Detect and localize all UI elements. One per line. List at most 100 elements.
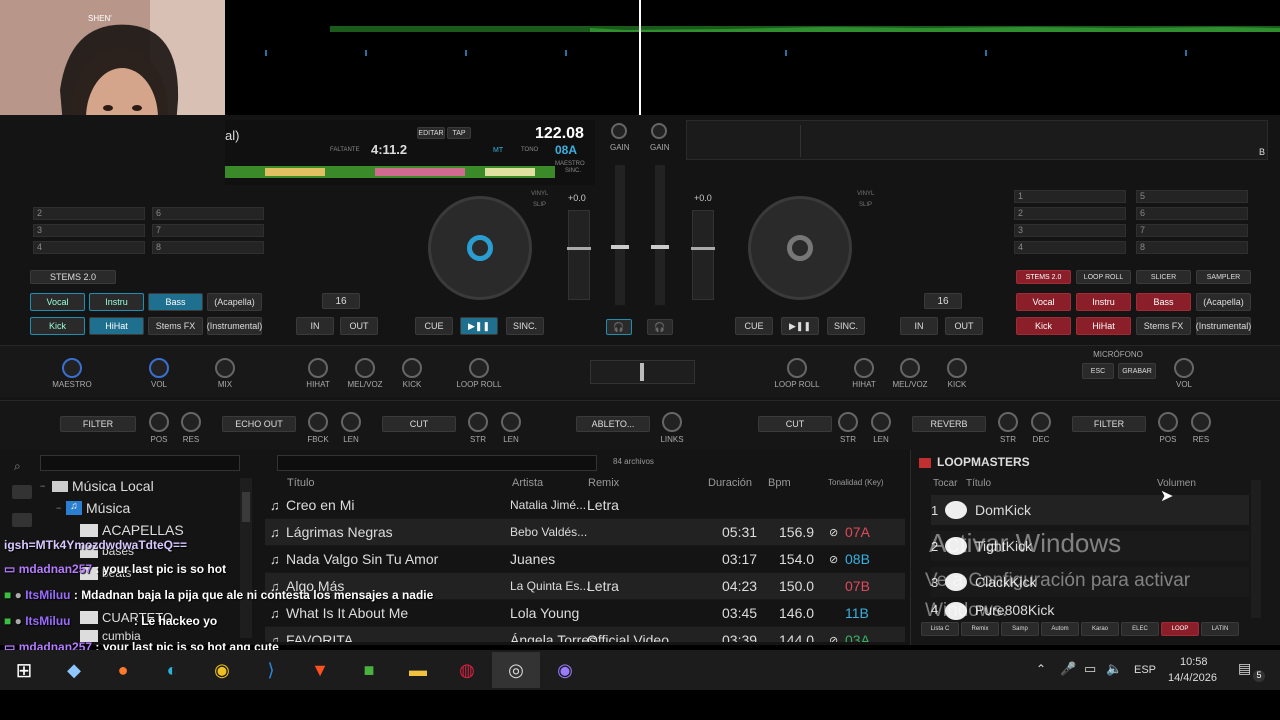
- pitch-slider-handle[interactable]: [567, 247, 591, 250]
- melvoz-knob-left[interactable]: [355, 358, 375, 378]
- pitch-slider-left[interactable]: [567, 210, 591, 300]
- sync-button-left[interactable]: SINC.: [506, 317, 544, 335]
- mix-knob[interactable]: [215, 358, 235, 378]
- tab-slicer[interactable]: SLICER: [1136, 270, 1191, 284]
- folder-search-input[interactable]: [40, 455, 240, 471]
- pad-slot[interactable]: 6: [152, 207, 264, 220]
- pad-slot[interactable]: 4: [33, 241, 145, 254]
- echo-select[interactable]: ECHO OUT: [222, 416, 296, 432]
- hihat-knob-right[interactable]: [854, 358, 874, 378]
- pad-slot[interactable]: 1: [1014, 190, 1126, 203]
- col-remix[interactable]: Remix: [588, 477, 619, 489]
- stem-bass-button[interactable]: Bass: [1136, 293, 1191, 311]
- chat-app-icon[interactable]: ◉: [551, 656, 579, 684]
- vol-knob[interactable]: [149, 358, 169, 378]
- pad-slot[interactable]: 8: [1136, 241, 1248, 254]
- tree-item[interactable]: − ♫ Música: [56, 499, 130, 517]
- copilot-icon[interactable]: ◆: [60, 656, 88, 684]
- col-artist[interactable]: Artista: [512, 477, 543, 489]
- edit-button[interactable]: EDITAR: [417, 127, 445, 139]
- crossfader-handle[interactable]: [640, 363, 644, 381]
- jog-wheel-left[interactable]: [428, 196, 532, 300]
- chat-username[interactable]: ItsMiluu: [25, 588, 70, 602]
- jog-wheel-right[interactable]: [748, 196, 852, 300]
- volume-fader-left[interactable]: [611, 165, 629, 305]
- headphone-button-right[interactable]: 🎧: [647, 319, 673, 335]
- mic-record-button[interactable]: GRABAR: [1118, 363, 1156, 379]
- reverb-select[interactable]: REVERB: [912, 416, 986, 432]
- loop-in-right[interactable]: IN: [900, 317, 938, 335]
- len-knob-right[interactable]: [871, 412, 891, 432]
- minecraft-icon[interactable]: ■: [355, 656, 383, 684]
- crossfader[interactable]: [590, 360, 695, 384]
- obs-icon[interactable]: ◎: [502, 656, 530, 684]
- loop-in-left[interactable]: IN: [296, 317, 334, 335]
- volume-icon[interactable]: 🔈: [1106, 661, 1122, 677]
- pad-slot[interactable]: 2: [33, 207, 145, 220]
- pad-slot[interactable]: 3: [33, 224, 145, 237]
- loop-out-right[interactable]: OUT: [945, 317, 983, 335]
- volume-fader-right[interactable]: [651, 165, 669, 305]
- tab-sampler[interactable]: SAMPLER: [1196, 270, 1251, 284]
- edge-icon[interactable]: ◐: [158, 656, 186, 684]
- pad-slot[interactable]: 6: [1136, 207, 1248, 220]
- cue-button-right[interactable]: CUE: [735, 317, 773, 335]
- pos-knob-right[interactable]: [1158, 412, 1178, 432]
- stem-stemsfx-button[interactable]: Stems FX: [148, 317, 203, 335]
- chrome-icon[interactable]: ◉: [208, 656, 236, 684]
- loop-size-left[interactable]: 16: [322, 293, 360, 309]
- play-button-right[interactable]: ▶❚❚: [781, 317, 819, 335]
- brave-icon[interactable]: ▼: [306, 656, 334, 684]
- table-row[interactable]: ♫ Creo en Mi Natalia Jimé... Letra: [265, 492, 905, 519]
- stem-acapella-button[interactable]: (Acapella): [207, 293, 262, 311]
- pitch-slider-right[interactable]: [691, 210, 715, 300]
- cue-button-left[interactable]: CUE: [415, 317, 453, 335]
- stem-bass-button[interactable]: Bass: [148, 293, 203, 311]
- pitch-slider-handle[interactable]: [691, 247, 715, 250]
- clock-time[interactable]: 10:58: [1180, 656, 1208, 668]
- kick-knob-left[interactable]: [402, 358, 422, 378]
- loop-size-right[interactable]: 16: [924, 293, 962, 309]
- file-explorer-icon[interactable]: ▬: [404, 656, 432, 684]
- stem-kick-button[interactable]: Kick: [1016, 317, 1071, 335]
- stems-dropdown[interactable]: STEMS 2.0: [30, 270, 116, 284]
- pad-slot[interactable]: 5: [1136, 190, 1248, 203]
- col-bpm[interactable]: Bpm: [768, 477, 791, 489]
- mic-esc-button[interactable]: ESC: [1082, 363, 1114, 379]
- pad-slot[interactable]: 2: [1014, 207, 1126, 220]
- network-icon[interactable]: ▭: [1084, 661, 1096, 677]
- melvoz-knob-right[interactable]: [900, 358, 920, 378]
- folder-icon[interactable]: [12, 485, 32, 499]
- clock-date[interactable]: 14/4/2026: [1168, 672, 1217, 684]
- str2-knob-right[interactable]: [998, 412, 1018, 432]
- mic-vol-knob[interactable]: [1174, 358, 1194, 378]
- fbck-knob[interactable]: [308, 412, 328, 432]
- hihat-knob-left[interactable]: [308, 358, 328, 378]
- key-mode[interactable]: MT: [493, 147, 503, 154]
- loop-roll-knob-left[interactable]: [469, 358, 489, 378]
- firefox-icon[interactable]: ●: [109, 656, 137, 684]
- master-knob[interactable]: [62, 358, 82, 378]
- collapse-icon[interactable]: −: [56, 503, 66, 513]
- fader-handle-left[interactable]: [611, 245, 629, 249]
- tree-item[interactable]: − Música Local: [40, 477, 154, 495]
- cut-select-right[interactable]: CUT: [758, 416, 832, 432]
- slip-label-right[interactable]: SLIP: [859, 202, 872, 208]
- stem-hihat-button[interactable]: HiHat: [1076, 317, 1131, 335]
- pad-slot[interactable]: 4: [1014, 241, 1126, 254]
- dec-knob[interactable]: [1031, 412, 1051, 432]
- slip-label-left[interactable]: SLIP: [533, 202, 546, 208]
- tap-button[interactable]: TAP: [447, 127, 471, 139]
- headphone-button-left[interactable]: 🎧: [606, 319, 632, 335]
- pad-slot[interactable]: 8: [152, 241, 264, 254]
- list-item[interactable]: 1 DomKick: [931, 495, 1249, 525]
- gain-knob-left[interactable]: [611, 123, 627, 139]
- pos-knob-left[interactable]: [149, 412, 169, 432]
- gain-knob-right[interactable]: [651, 123, 667, 139]
- len2-knob-left[interactable]: [501, 412, 521, 432]
- tree-item[interactable]: ACAPELLAS: [80, 521, 184, 539]
- kick-knob-right[interactable]: [947, 358, 967, 378]
- pad-slot[interactable]: 7: [1136, 224, 1248, 237]
- stem-hihat-button[interactable]: HiHat: [89, 317, 144, 335]
- waveform-overview[interactable]: [225, 0, 1280, 115]
